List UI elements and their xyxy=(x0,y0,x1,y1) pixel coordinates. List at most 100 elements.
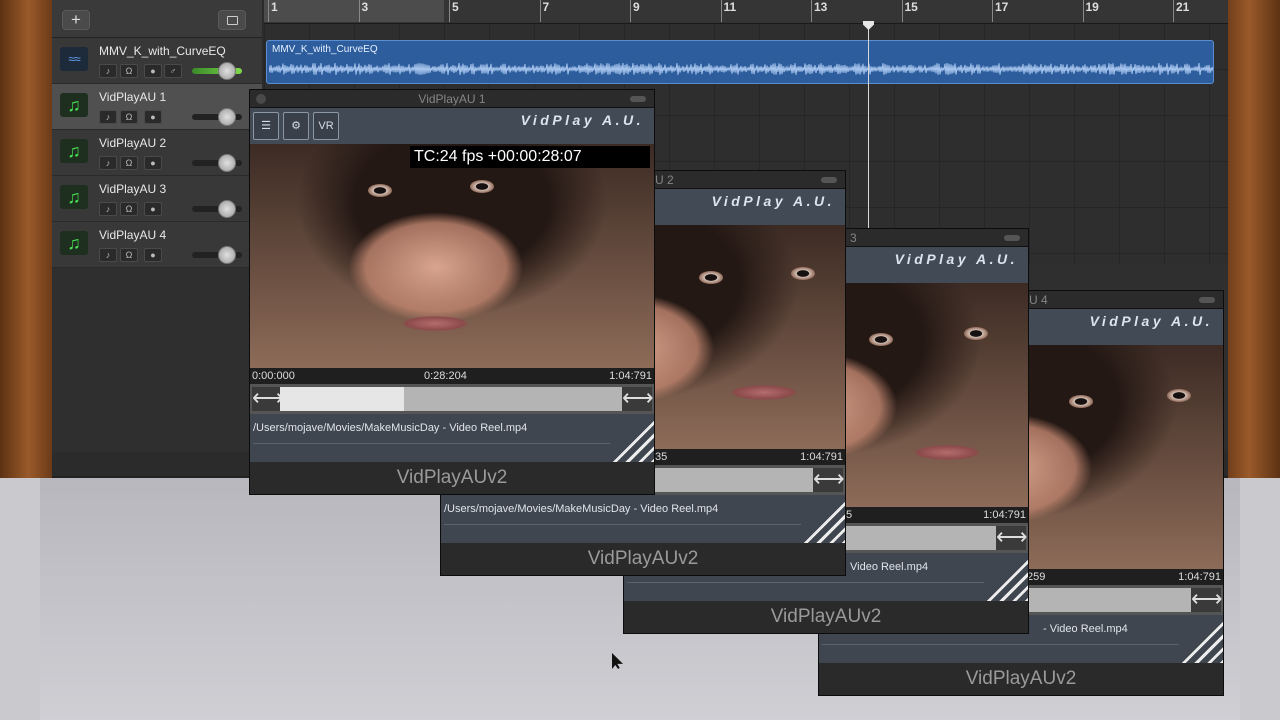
mute-button[interactable]: ♪ xyxy=(99,64,117,78)
file-path: /Users/mojave/Movies/MakeMusicDay - Vide… xyxy=(444,503,719,515)
mute-button[interactable]: ♪ xyxy=(99,110,117,124)
window-zoom-control[interactable] xyxy=(1199,297,1215,303)
volume-knob[interactable] xyxy=(218,246,236,264)
track-name: VidPlayAU 4 xyxy=(99,228,167,242)
mute-button[interactable]: ♪ xyxy=(99,202,117,216)
record-enable-button[interactable]: ● xyxy=(144,64,162,78)
scrub-bar[interactable]: ⟷ ⟷ xyxy=(250,384,654,414)
plugin-footer: VidPlayAUv2 xyxy=(624,601,1028,633)
scrub-left-arrow-icon[interactable]: ⟷ xyxy=(252,387,284,411)
ruler-mark: 21 xyxy=(1173,0,1189,22)
scrub-right-arrow-icon[interactable]: ⟷ xyxy=(1191,588,1223,612)
end-time: 1:04:791 xyxy=(1178,571,1221,583)
video-frame-detail xyxy=(699,271,723,284)
track-header-vidplayau-3[interactable]: ♫ VidPlayAU 3 ♪ Ω ● xyxy=(52,176,262,222)
brand-label: VidPlay A.U. xyxy=(520,112,644,128)
volume-knob[interactable] xyxy=(218,108,236,126)
plugin-window-1[interactable]: VidPlayAU 1 ☰ ⚙ VR VidPlay A.U. TC:24 fp… xyxy=(249,89,655,495)
add-track-button[interactable]: + xyxy=(62,10,90,30)
record-enable-button[interactable]: ● xyxy=(144,248,162,262)
window-zoom-control[interactable] xyxy=(630,96,646,102)
ruler-mark: 3 xyxy=(358,0,368,22)
ruler-mark: 15 xyxy=(901,0,918,22)
window-title: VidPlayAU 1 xyxy=(418,92,486,106)
scrub-track[interactable] xyxy=(280,387,624,411)
video-frame-detail xyxy=(402,316,468,331)
music-note-icon: ♫ xyxy=(60,139,88,163)
vr-icon[interactable]: VR xyxy=(313,112,339,140)
video-frame-detail xyxy=(791,267,815,280)
timeline-ruler[interactable]: 1 3 5 7 9 11 13 15 17 19 21 xyxy=(264,0,1228,24)
scrub-right-arrow-icon[interactable]: ⟷ xyxy=(813,468,845,492)
file-path: - Video Reel.mp4 xyxy=(1043,623,1128,635)
track-filter-button[interactable] xyxy=(218,10,246,30)
video-frame-detail xyxy=(368,184,392,197)
scrub-progress xyxy=(280,387,404,411)
volume-knob[interactable] xyxy=(218,200,236,218)
video-preview: TC:24 fps +00:00:28:07 xyxy=(250,144,654,368)
ruler-mark: 19 xyxy=(1082,0,1099,22)
video-frame-detail xyxy=(1167,389,1191,402)
window-titlebar[interactable]: VidPlayAU 1 xyxy=(250,90,654,108)
volume-knob[interactable] xyxy=(218,154,236,172)
end-time: 1:04:791 xyxy=(983,509,1026,521)
waveform-icon: ≈≈ xyxy=(60,47,88,71)
track-name: MMV_K_with_CurveEQ xyxy=(99,44,226,58)
volume-knob[interactable] xyxy=(218,62,236,80)
resize-grip-icon[interactable] xyxy=(984,557,1028,601)
solo-headphones-icon[interactable]: Ω xyxy=(120,64,138,78)
wood-side-right xyxy=(1224,0,1280,478)
end-time: 1:04:791 xyxy=(609,370,652,382)
audio-region[interactable]: MMV_K_with_CurveEQ xyxy=(266,40,1214,84)
track-header-audio[interactable]: ≈≈ MMV_K_with_CurveEQ ♪ Ω ● ♂ xyxy=(52,38,262,84)
record-enable-button[interactable]: ● xyxy=(144,110,162,124)
track-name: VidPlayAU 3 xyxy=(99,182,167,196)
gear-icon[interactable]: ⚙ xyxy=(283,112,309,140)
solo-headphones-icon[interactable]: Ω xyxy=(120,248,138,262)
plugin-footer: VidPlayAUv2 xyxy=(441,543,845,575)
resize-grip-icon[interactable] xyxy=(610,418,654,462)
time-readout: 0:00:000 0:28:204 1:04:791 xyxy=(250,368,654,384)
start-time: 0:00:000 xyxy=(252,370,295,382)
window-close-button[interactable] xyxy=(256,94,266,104)
mute-button[interactable]: ♪ xyxy=(99,156,117,170)
track-name: VidPlayAU 2 xyxy=(99,136,167,150)
record-enable-button[interactable]: ● xyxy=(144,156,162,170)
solo-headphones-icon[interactable]: Ω xyxy=(120,202,138,216)
track-header-toolbar: + xyxy=(52,0,262,38)
track-name: VidPlayAU 1 xyxy=(99,90,167,104)
track-header-vidplayau-2[interactable]: ♫ VidPlayAU 2 ♪ Ω ● xyxy=(52,130,262,176)
scrub-right-arrow-icon[interactable]: ⟷ xyxy=(622,387,654,411)
document-icon[interactable]: ☰ xyxy=(253,112,279,140)
input-monitor-button[interactable]: ♂ xyxy=(164,64,182,78)
current-time: 5 xyxy=(846,509,853,521)
solo-headphones-icon[interactable]: Ω xyxy=(120,156,138,170)
resize-grip-icon[interactable] xyxy=(1179,619,1223,663)
video-frame-detail xyxy=(964,327,988,340)
window-title: 3 xyxy=(850,231,857,245)
scrub-right-arrow-icon[interactable]: ⟷ xyxy=(996,526,1028,550)
ruler-mark: 1 xyxy=(268,0,278,22)
cycle-region[interactable] xyxy=(264,0,444,22)
ruler-mark: 7 xyxy=(539,0,549,22)
ruler-mark: 13 xyxy=(811,0,827,22)
window-zoom-control[interactable] xyxy=(821,177,837,183)
resize-grip-icon[interactable] xyxy=(801,499,845,543)
file-path-row: /Users/mojave/Movies/MakeMusicDay - Vide… xyxy=(250,414,654,462)
playhead[interactable] xyxy=(868,22,869,262)
divider xyxy=(253,443,610,444)
track-header-vidplayau-4[interactable]: ♫ VidPlayAU 4 ♪ Ω ● xyxy=(52,222,262,268)
brand-label: VidPlay A.U. xyxy=(894,251,1018,267)
timecode-overlay: TC:24 fps +00:00:28:07 xyxy=(410,146,650,168)
record-enable-button[interactable]: ● xyxy=(144,202,162,216)
current-time: 259 xyxy=(1027,571,1046,583)
mute-button[interactable]: ♪ xyxy=(99,248,117,262)
file-path-row: /Users/mojave/Movies/MakeMusicDay - Vide… xyxy=(441,495,845,543)
current-time: 35 xyxy=(655,451,668,463)
track-header-vidplayau-1[interactable]: ♫ VidPlayAU 1 ♪ Ω ● xyxy=(52,84,262,130)
music-note-icon: ♫ xyxy=(60,185,88,209)
plugin-footer: VidPlayAUv2 xyxy=(250,462,654,494)
region-waveform xyxy=(269,62,1213,76)
solo-headphones-icon[interactable]: Ω xyxy=(120,110,138,124)
window-zoom-control[interactable] xyxy=(1004,235,1020,241)
